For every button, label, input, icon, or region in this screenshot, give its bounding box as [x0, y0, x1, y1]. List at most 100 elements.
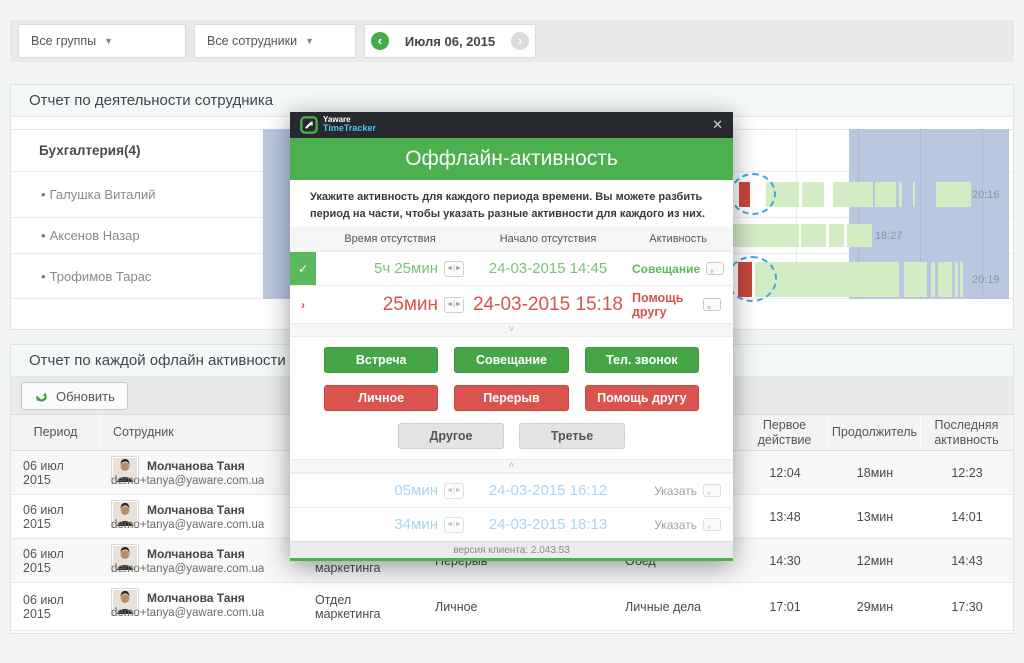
- brand-product: TimeTracker: [323, 124, 376, 133]
- timeline-segment-green: [847, 224, 872, 247]
- prev-day-button[interactable]: ‹: [371, 32, 389, 50]
- employee-name: Молчанова Таня: [147, 500, 245, 517]
- employee-email: demo+tanya@yaware.com.ua: [111, 563, 293, 575]
- timeline-segment-green: [960, 262, 963, 297]
- comment-icon[interactable]: [703, 484, 721, 497]
- employee-email: demo+tanya@yaware.com.ua: [111, 519, 293, 531]
- timeline-end-time: 20:19: [972, 274, 1000, 286]
- modal-title: Оффлайн-активность: [405, 147, 618, 171]
- employees-filter-label: Все сотрудники: [207, 34, 297, 48]
- cell-first-action: 12:04: [741, 451, 829, 494]
- col-employee: Сотрудник: [101, 415, 303, 450]
- activity-buttons: Встреча Совещание Тел. звонок Личное Пер…: [290, 337, 733, 459]
- current-row-arrow-icon[interactable]: ›: [290, 286, 316, 323]
- period-duration: 25мин: [383, 294, 438, 316]
- modal-table-header: Время отсутствия Начало отсутствия Актив…: [290, 227, 733, 251]
- cell-activity: Личное: [423, 583, 613, 630]
- cell-first-action: 13:48: [741, 495, 829, 538]
- app-window: Все группы ▼ Все сотрудники ▼ ‹ Июля 06,…: [0, 0, 1024, 663]
- collapse-rows-button[interactable]: ˅: [290, 323, 733, 337]
- timeline-segment-green: [936, 182, 971, 207]
- groups-filter-dropdown[interactable]: Все группы ▼: [18, 24, 186, 58]
- cell-group: Отдел маркетинга: [303, 583, 423, 630]
- next-day-button[interactable]: ›: [511, 32, 529, 50]
- period-duration: 5ч 25мин: [374, 260, 438, 277]
- refresh-label: Обновить: [56, 389, 115, 404]
- close-icon[interactable]: ✕: [712, 117, 723, 133]
- activity-button-break[interactable]: Перерыв: [454, 385, 568, 411]
- current-date-label[interactable]: Июля 06, 2015: [405, 34, 495, 49]
- cell-duration: 12мин: [829, 539, 921, 582]
- timeline-segment-green: [904, 262, 927, 297]
- activity-button-help-friend[interactable]: Помощь другу: [585, 385, 699, 411]
- employee-email: demo+tanya@yaware.com.ua: [111, 475, 293, 487]
- yaware-logo-icon: [300, 116, 318, 134]
- employee-name: Молчанова Таня: [147, 588, 245, 605]
- cell-last-activity: 14:01: [921, 495, 1013, 538]
- period-activity[interactable]: Помощь другу: [632, 291, 697, 319]
- period-start: 24-03-2015 18:13: [464, 516, 632, 533]
- modal-titlebar: Yaware TimeTracker ✕: [290, 112, 733, 138]
- period-start: 24-03-2015 15:18: [464, 294, 632, 316]
- offline-activity-modal: Yaware TimeTracker ✕ Оффлайн-активность …: [290, 112, 733, 561]
- offline-period-row: 05мин ◄|► 24-03-2015 16:12 Указать: [290, 473, 733, 507]
- expand-rows-button[interactable]: ˄: [290, 459, 733, 473]
- employees-filter-dropdown[interactable]: Все сотрудники ▼: [194, 24, 356, 58]
- col-activity: Активность: [632, 233, 733, 245]
- client-version-label: версия клиента: 2.043.53: [290, 541, 733, 558]
- date-navigator: ‹ Июля 06, 2015 ›: [364, 24, 536, 58]
- offline-report-row: 06 июл 2015 Молчанова Таня demo+tanya@yawa…: [11, 583, 1013, 631]
- col-absence-duration: Время отсутствия: [316, 233, 464, 245]
- cell-comment: Личные дела: [613, 583, 741, 630]
- period-start: 24-03-2015 14:45: [464, 260, 632, 277]
- timeline-segment-green: [938, 262, 952, 297]
- timeline-segment-green: [731, 224, 799, 247]
- confirmed-check-icon[interactable]: ✓: [290, 252, 316, 285]
- refresh-button[interactable]: Обновить: [21, 382, 128, 410]
- period-activity[interactable]: Совещание: [632, 262, 700, 276]
- cell-employee: Молчанова Таняdemo+tanya@yaware.com.ua: [101, 539, 303, 582]
- timeline-segment-green: [833, 182, 873, 207]
- offline-period-marker[interactable]: [730, 173, 776, 215]
- refresh-icon: [34, 389, 49, 404]
- split-period-button[interactable]: ◄|►: [444, 483, 464, 499]
- col-absence-start: Начало отсутствия: [464, 233, 632, 245]
- period-duration: 34мин: [394, 516, 438, 533]
- cell-first-action: 17:01: [741, 583, 829, 630]
- employee-email: demo+tanya@yaware.com.ua: [111, 607, 293, 619]
- timeline-segment-green: [913, 182, 915, 207]
- timeline-segment-green: [931, 262, 935, 297]
- offline-period-row: ✓ 5ч 25мин ◄|► 24-03-2015 14:45 Совещани…: [290, 251, 733, 285]
- activity-button-third[interactable]: Третье: [519, 423, 625, 449]
- activity-button-conference[interactable]: Совещание: [454, 347, 568, 373]
- activity-button-phone-call[interactable]: Тел. звонок: [585, 347, 699, 373]
- activity-button-other[interactable]: Другое: [398, 423, 504, 449]
- offline-period-row: › 25мин ◄|► 24-03-2015 15:18 Помощь друг…: [290, 285, 733, 323]
- period-activity[interactable]: Указать: [654, 518, 697, 532]
- yaware-logo: Yaware TimeTracker: [300, 116, 376, 134]
- cell-employee: Молчанова Таняdemo+tanya@yaware.com.ua: [101, 451, 303, 494]
- cell-duration: 13мин: [829, 495, 921, 538]
- col-last-activity: Последняя активность: [921, 415, 1013, 450]
- comment-icon[interactable]: [703, 518, 721, 531]
- cell-period: 06 июл 2015: [11, 583, 101, 630]
- col-first-action: Первое действие: [741, 415, 829, 450]
- split-period-button[interactable]: ◄|►: [444, 517, 464, 533]
- timeline-segment-green: [899, 182, 902, 207]
- chevron-up-icon: ˄: [509, 460, 515, 471]
- col-duration: Продолжитель: [829, 415, 921, 450]
- cell-duration: 18мин: [829, 451, 921, 494]
- timeline-segment-green: [829, 224, 844, 247]
- comment-icon[interactable]: [703, 298, 721, 311]
- split-period-button[interactable]: ◄|►: [444, 261, 464, 277]
- activity-button-meeting[interactable]: Встреча: [324, 347, 438, 373]
- comment-icon[interactable]: [706, 262, 724, 275]
- modal-title-band: Оффлайн-активность: [290, 138, 733, 180]
- offline-period-row: 34мин ◄|► 24-03-2015 18:13 Указать: [290, 507, 733, 541]
- cell-last-activity: 14:43: [921, 539, 1013, 582]
- split-period-button[interactable]: ◄|►: [444, 297, 464, 313]
- modal-description: Укажите активность для каждого периода в…: [290, 180, 733, 227]
- period-activity[interactable]: Указать: [654, 484, 697, 498]
- chevron-down-icon: ˅: [509, 324, 515, 335]
- activity-button-personal[interactable]: Личное: [324, 385, 438, 411]
